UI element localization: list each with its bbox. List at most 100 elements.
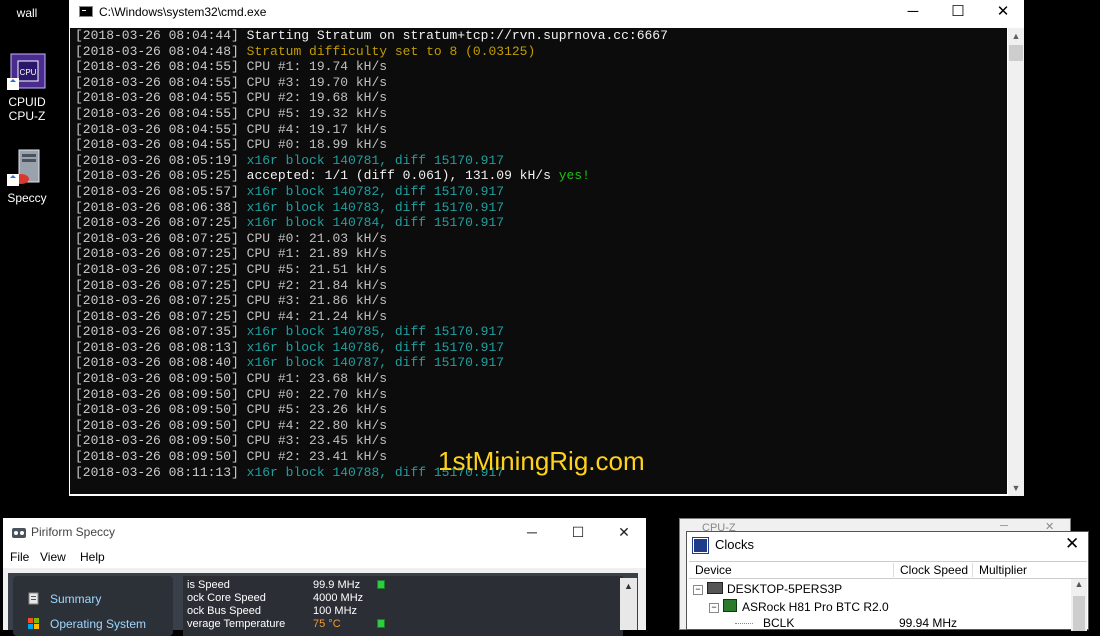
- console-timestamp: [2018-03-26 08:07:25]: [75, 230, 239, 246]
- desktop-icon-speccy[interactable]: Speccy: [0, 148, 54, 205]
- scroll-up-icon[interactable]: ▲: [1071, 579, 1087, 589]
- console-message: CPU #3: 19.70 kH/s: [246, 74, 388, 90]
- console-line: [2018-03-26 08:07:25] CPU #1: 21.89 kH/s: [75, 246, 668, 262]
- console-line: [2018-03-26 08:09:50] CPU #1: 23.68 kH/s: [75, 371, 668, 387]
- console-line: [2018-03-26 08:04:55] CPU #5: 19.32 kH/s: [75, 106, 668, 122]
- collapse-icon[interactable]: −: [693, 585, 703, 595]
- console-line: [2018-03-26 08:05:25] accepted: 1/1 (dif…: [75, 168, 668, 184]
- console-timestamp: [2018-03-26 08:04:55]: [75, 90, 239, 106]
- detail-row: is Speed 99.9 MHz: [187, 579, 385, 591]
- nav-item-operating-system[interactable]: Operating System: [27, 617, 146, 631]
- speccy-scrollbar[interactable]: ▲: [620, 578, 637, 630]
- console-message: CPU #4: 19.17 kH/s: [246, 121, 388, 137]
- speccy-titlebar[interactable]: Piriform Speccy ─ ☐ ✕: [3, 518, 646, 546]
- console-line: [2018-03-26 08:07:35] x16r block 140785,…: [75, 324, 668, 340]
- console-timestamp: [2018-03-26 08:06:38]: [75, 199, 239, 215]
- console-line: [2018-03-26 08:05:57] x16r block 140782,…: [75, 184, 668, 200]
- console-line: [2018-03-26 08:08:40] x16r block 140787,…: [75, 355, 668, 371]
- console-timestamp: [2018-03-26 08:09:50]: [75, 433, 239, 449]
- console-message: x16r block 140787, diff 15170.917: [246, 355, 505, 371]
- clocks-app-icon: [692, 537, 709, 554]
- console-line: [2018-03-26 08:08:13] x16r block 140786,…: [75, 340, 668, 356]
- console-timestamp: [2018-03-26 08:09:50]: [75, 386, 239, 402]
- speccy-window[interactable]: Piriform Speccy ─ ☐ ✕ File View Help Sum…: [3, 518, 646, 636]
- menu-bar: File View Help: [3, 546, 646, 568]
- console-line: [2018-03-26 08:04:55] CPU #2: 19.68 kH/s: [75, 90, 668, 106]
- maximize-button[interactable]: ☐: [935, 0, 981, 24]
- tree-connector: [735, 623, 753, 624]
- speccy-title: Piriform Speccy: [31, 525, 116, 539]
- scroll-thumb[interactable]: [1073, 596, 1085, 631]
- scroll-down-icon[interactable]: ▼: [1008, 480, 1024, 496]
- close-button[interactable]: ✕: [1065, 534, 1079, 554]
- console-timestamp: [2018-03-26 08:07:35]: [75, 324, 239, 340]
- console-line: [2018-03-26 08:04:48] Stratum difficulty…: [75, 44, 668, 60]
- nav-item-summary[interactable]: Summary: [27, 592, 101, 606]
- close-button[interactable]: ✕: [980, 0, 1026, 24]
- console-timestamp: [2018-03-26 08:07:25]: [75, 215, 239, 231]
- console-message: CPU #3: 23.45 kH/s: [246, 433, 388, 449]
- console-line: [2018-03-26 08:07:25] x16r block 140784,…: [75, 215, 668, 231]
- scroll-thumb[interactable]: [1009, 45, 1023, 61]
- clocks-window[interactable]: Clocks ✕ Device Clock Speed Multiplier −…: [686, 531, 1089, 631]
- tree-row-bclk[interactable]: BCLK: [735, 616, 794, 630]
- cmd-window[interactable]: C:\Windows\system32\cmd.exe ─ ☐ ✕ [2018-…: [69, 0, 1024, 496]
- console-line: [2018-03-26 08:09:50] CPU #4: 22.80 kH/s: [75, 418, 668, 434]
- desktop-icon-wall[interactable]: wall: [0, 0, 54, 20]
- console-timestamp: [2018-03-26 08:07:25]: [75, 277, 239, 293]
- console-timestamp: [2018-03-26 08:09:50]: [75, 402, 239, 418]
- cmd-title: C:\Windows\system32\cmd.exe: [99, 5, 267, 19]
- console-line: [2018-03-26 08:04:55] CPU #1: 19.74 kH/s: [75, 59, 668, 75]
- collapse-icon[interactable]: −: [709, 603, 719, 613]
- console-message: CPU #2: 21.84 kH/s: [246, 277, 388, 293]
- menu-help[interactable]: Help: [80, 550, 105, 564]
- cpuz-icon: CPU: [7, 52, 47, 92]
- computer-icon: [707, 582, 723, 594]
- console-message: CPU #0: 21.03 kH/s: [246, 230, 388, 246]
- console-line: [2018-03-26 08:05:19] x16r block 140781,…: [75, 153, 668, 169]
- console-line: [2018-03-26 08:04:55] CPU #3: 19.70 kH/s: [75, 75, 668, 91]
- clocks-titlebar[interactable]: Clocks ✕: [687, 532, 1088, 558]
- desktop-icon-wall-label: wall: [16, 6, 38, 20]
- detail-value: 4000 MHz: [313, 592, 364, 604]
- minimize-button[interactable]: ─: [509, 518, 555, 546]
- close-button[interactable]: ✕: [601, 518, 647, 546]
- console-timestamp: [2018-03-26 08:04:55]: [75, 105, 239, 121]
- console-timestamp: [2018-03-26 08:04:48]: [75, 43, 239, 59]
- console-line: [2018-03-26 08:07:25] CPU #5: 21.51 kH/s: [75, 262, 668, 278]
- menu-view[interactable]: View: [40, 550, 66, 564]
- cmd-titlebar[interactable]: C:\Windows\system32\cmd.exe ─ ☐ ✕: [69, 0, 1024, 24]
- maximize-button[interactable]: ☐: [555, 518, 601, 546]
- console-message: x16r block 140782, diff 15170.917: [246, 183, 505, 199]
- scroll-up-icon[interactable]: ▲: [1008, 28, 1024, 44]
- console-timestamp: [2018-03-26 08:04:55]: [75, 137, 239, 153]
- tree-label: BCLK: [763, 616, 795, 630]
- tree-row-computer[interactable]: − DESKTOP-5PERS3P: [693, 582, 842, 596]
- column-device[interactable]: Device: [689, 563, 732, 577]
- motherboard-icon: [723, 599, 737, 612]
- speccy-nav: Summary Operating System: [13, 576, 173, 636]
- cmd-scrollbar[interactable]: ▲ ▼: [1008, 28, 1024, 496]
- minimize-button[interactable]: ─: [890, 0, 936, 24]
- menu-file[interactable]: File: [10, 550, 29, 564]
- tree-row-motherboard[interactable]: − ASRock H81 Pro BTC R2.0: [709, 599, 889, 614]
- console-message: Starting Stratum on stratum+tcp://rvn.su…: [246, 28, 668, 43]
- desktop-icon-speccy-label: Speccy: [7, 191, 47, 205]
- clocks-scrollbar[interactable]: ▲: [1071, 579, 1087, 631]
- console-output[interactable]: [2018-03-26 08:04:44] Starting Stratum o…: [70, 28, 1007, 494]
- console-message: x16r block 140784, diff 15170.917: [246, 215, 505, 231]
- console-timestamp: [2018-03-26 08:04:55]: [75, 59, 239, 75]
- console-timestamp: [2018-03-26 08:07:25]: [75, 261, 239, 277]
- nav-item-summary-label: Summary: [50, 592, 102, 606]
- clocks-title: Clocks: [715, 537, 755, 552]
- temperature-value: 75 °C: [313, 618, 341, 630]
- console-message: Stratum difficulty set to 8 (0.03125): [246, 43, 536, 59]
- scroll-up-icon[interactable]: ▲: [620, 578, 637, 595]
- console-timestamp: [2018-03-26 08:08:13]: [75, 339, 239, 355]
- desktop-icon-cpuz[interactable]: CPU CPUID CPU-Z: [0, 52, 54, 123]
- console-message: x16r block 140783, diff 15170.917: [246, 199, 505, 215]
- detail-label: verage Temperature: [187, 618, 286, 630]
- column-multiplier[interactable]: Multiplier: [972, 563, 1027, 577]
- console-message: x16r block 140785, diff 15170.917: [246, 324, 505, 340]
- column-clock-speed[interactable]: Clock Speed: [893, 563, 968, 577]
